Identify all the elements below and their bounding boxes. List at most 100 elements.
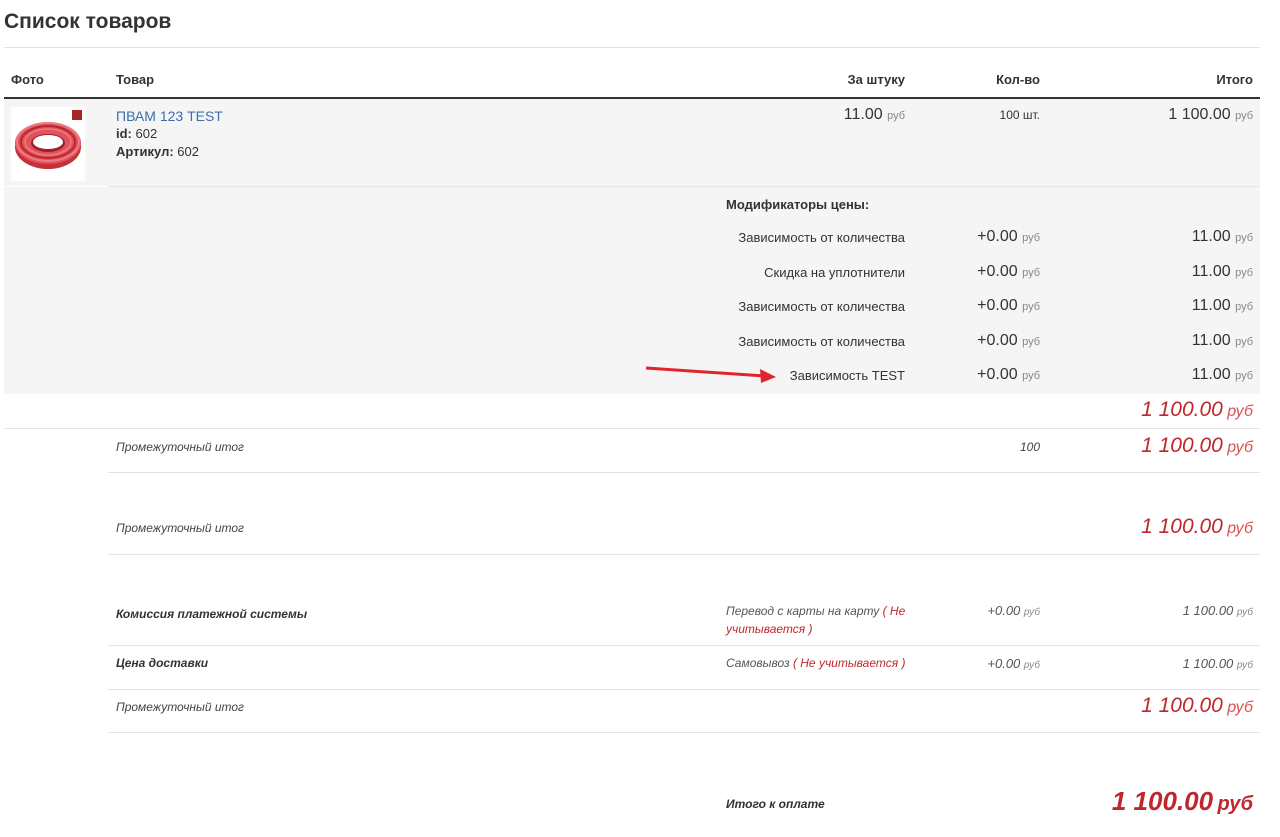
modifier-delta: +0.00 руб bbox=[977, 263, 1040, 281]
product-sku: Артикул: 602 bbox=[116, 144, 199, 159]
commission-delta-currency: руб bbox=[1023, 607, 1040, 618]
subtotal2-amount: 1 100.00 руб bbox=[1141, 515, 1253, 539]
delivery-delta: +0.00 руб bbox=[987, 656, 1040, 671]
modifier-total-currency: руб bbox=[1235, 232, 1253, 244]
subtotal1-amount: 1 100.00 руб bbox=[1141, 434, 1253, 458]
modifier-total-value: 11.00 bbox=[1191, 228, 1231, 245]
header-total: Итого bbox=[1216, 72, 1253, 87]
subtotal3-divider bbox=[108, 732, 1260, 733]
title-divider bbox=[4, 47, 1260, 48]
product-id: id: 602 bbox=[116, 126, 157, 141]
modifier-name: Зависимость от количества bbox=[738, 299, 905, 314]
subtotal1-value: 1 100.00 bbox=[1141, 434, 1223, 457]
commission-delta: +0.00 руб bbox=[987, 603, 1040, 618]
grand-total-value: 1 100.00 bbox=[1111, 786, 1214, 816]
product-link[interactable]: ПВАМ 123 TEST bbox=[116, 108, 223, 124]
header-per-unit: За штуку bbox=[847, 72, 905, 87]
modifier-delta-currency: руб bbox=[1022, 232, 1040, 244]
modifier-total-value: 11.00 bbox=[1191, 366, 1231, 383]
price-value: 11.00 bbox=[843, 106, 883, 123]
delivery-delta-value: +0.00 bbox=[987, 656, 1021, 671]
modifier-delta-value: +0.00 bbox=[977, 263, 1018, 280]
subtotal1-label: Промежуточный итог bbox=[116, 440, 244, 454]
modifier-name: Зависимость TEST bbox=[789, 368, 905, 383]
modifier-total: 11.00 руб bbox=[1192, 332, 1253, 350]
modifier-total-value: 11.00 bbox=[1191, 263, 1231, 280]
modifier-total-currency: руб bbox=[1235, 336, 1253, 348]
subtotal3-label: Промежуточный итог bbox=[116, 700, 244, 714]
grand-total-currency: руб bbox=[1217, 793, 1253, 815]
delivery-method: Самовывоз ( Не учитывается ) bbox=[726, 656, 905, 670]
product-id-value: 602 bbox=[135, 126, 158, 141]
modifier-name: Скидка на уплотнители bbox=[764, 265, 905, 280]
modifier-total-value: 11.00 bbox=[1191, 297, 1231, 314]
delivery-amount-currency: руб bbox=[1236, 660, 1253, 671]
commission-method: Перевод с карты на карту ( Не учитываетс… bbox=[726, 602, 926, 638]
remove-item-icon[interactable] bbox=[72, 110, 82, 120]
delivery-note: ( Не учитывается ) bbox=[792, 656, 906, 670]
modifier-delta-value: +0.00 bbox=[977, 332, 1018, 349]
commission-amount-currency: руб bbox=[1236, 607, 1253, 618]
product-sku-label: Артикул: bbox=[116, 144, 174, 159]
price-currency: руб bbox=[887, 110, 905, 122]
commission-method-name: Перевод с карты на карту bbox=[726, 604, 880, 618]
subtotal3-amount: 1 100.00 руб bbox=[1141, 694, 1253, 718]
total-currency: руб bbox=[1235, 110, 1253, 122]
modifier-delta-value: +0.00 bbox=[977, 297, 1018, 314]
grand-total-amount: 1 100.00 руб bbox=[1112, 786, 1253, 817]
total-value: 1 100.00 bbox=[1168, 106, 1231, 123]
product-qty: 100 шт. bbox=[999, 108, 1040, 122]
modifiers-block bbox=[4, 187, 1260, 394]
product-price: 11.00 руб bbox=[844, 106, 905, 124]
page-title: Список товаров bbox=[4, 10, 172, 33]
modifier-total: 11.00 руб bbox=[1192, 228, 1253, 246]
delivery-divider bbox=[108, 689, 1260, 690]
subtotal3-value: 1 100.00 bbox=[1141, 694, 1223, 717]
commission-delta-value: +0.00 bbox=[987, 603, 1021, 618]
modifier-total: 11.00 руб bbox=[1192, 297, 1253, 315]
modifier-delta: +0.00 руб bbox=[977, 297, 1040, 315]
modifier-total: 11.00 руб bbox=[1192, 263, 1253, 281]
delivery-amount: 1 100.00 руб bbox=[1183, 656, 1253, 671]
item-sum-currency: руб bbox=[1227, 403, 1253, 420]
modifier-name: Зависимость от количества bbox=[738, 230, 905, 245]
modifier-total-currency: руб bbox=[1235, 267, 1253, 279]
modifier-delta: +0.00 руб bbox=[977, 366, 1040, 384]
delivery-label: Цена доставки bbox=[116, 656, 209, 670]
modifier-total-currency: руб bbox=[1235, 301, 1253, 313]
subtotal2-divider bbox=[108, 554, 1260, 555]
subtotal2-label: Промежуточный итог bbox=[116, 521, 244, 535]
modifier-delta-value: +0.00 bbox=[977, 366, 1018, 383]
red-arrow-icon bbox=[645, 366, 776, 383]
delivery-amount-value: 1 100.00 bbox=[1182, 656, 1234, 671]
modifier-total-value: 11.00 bbox=[1191, 332, 1231, 349]
subtotal1-qty: 100 bbox=[1019, 440, 1040, 454]
subtotal2-value: 1 100.00 bbox=[1141, 515, 1223, 538]
modifier-delta-value: +0.00 bbox=[977, 228, 1018, 245]
modifier-delta-currency: руб bbox=[1022, 336, 1040, 348]
modifier-delta: +0.00 руб bbox=[977, 228, 1040, 246]
item-sum-value: 1 100.00 bbox=[1141, 398, 1223, 421]
product-sku-value: 602 bbox=[177, 144, 199, 159]
modifier-total-currency: руб bbox=[1235, 370, 1253, 382]
modifier-total: 11.00 руб bbox=[1192, 366, 1253, 384]
subtotal1-currency: руб bbox=[1227, 439, 1253, 456]
modifier-name: Зависимость от количества bbox=[738, 334, 905, 349]
commission-divider bbox=[108, 645, 1260, 646]
modifier-delta-currency: руб bbox=[1022, 301, 1040, 313]
header-qty: Кол-во bbox=[996, 72, 1040, 87]
sum-divider bbox=[4, 428, 1260, 429]
product-id-label: id: bbox=[116, 126, 132, 141]
grand-total-label: Итого к оплате bbox=[726, 797, 825, 811]
subtotal3-currency: руб bbox=[1227, 699, 1253, 716]
subtotal2-currency: руб bbox=[1227, 520, 1253, 537]
commission-label: Комиссия платежной системы bbox=[116, 607, 308, 621]
modifier-delta-currency: руб bbox=[1022, 267, 1040, 279]
header-product: Товар bbox=[116, 72, 155, 87]
delivery-method-name: Самовывоз bbox=[726, 656, 790, 670]
subtotal1-divider bbox=[108, 472, 1260, 473]
modifier-delta-currency: руб bbox=[1022, 370, 1040, 382]
commission-amount-value: 1 100.00 bbox=[1182, 603, 1234, 618]
modifier-delta: +0.00 руб bbox=[977, 332, 1040, 350]
product-total: 1 100.00 руб bbox=[1168, 106, 1253, 124]
